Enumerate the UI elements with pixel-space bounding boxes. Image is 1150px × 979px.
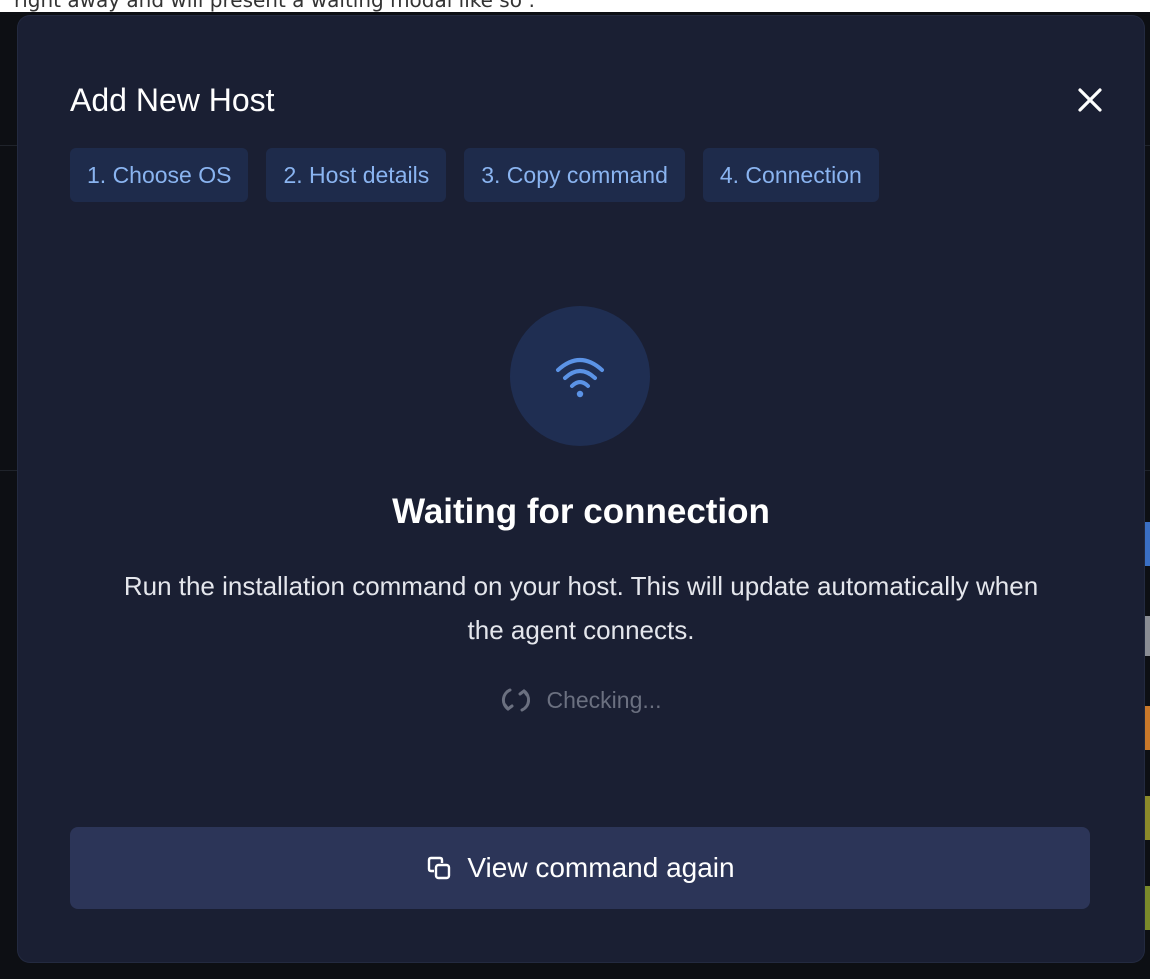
checking-indicator: Checking... [18, 684, 1144, 716]
step-choose-os[interactable]: 1. Choose OS [70, 148, 249, 202]
page-behind-text-strip: right away and will present a waiting mo… [0, 0, 1150, 12]
checking-label: Checking... [546, 686, 662, 713]
status-description: Run the installation command on your hos… [123, 571, 1039, 645]
close-icon [1078, 88, 1102, 112]
close-button[interactable] [1072, 82, 1108, 118]
step-host-details[interactable]: 2. Host details [266, 148, 447, 202]
view-command-again-label: View command again [467, 852, 735, 883]
view-command-again-button[interactable]: View command again [70, 827, 1090, 909]
step-copy-command[interactable]: 3. Copy command [464, 148, 685, 202]
step-connection[interactable]: 4. Connection [702, 148, 879, 202]
wifi-icon [556, 358, 604, 398]
refresh-icon [502, 688, 531, 712]
wizard-steps: 1. Choose OS 2. Host details 3. Copy com… [70, 148, 879, 202]
wifi-status-badge [510, 306, 650, 446]
page-behind-text: right away and will present a waiting mo… [14, 0, 536, 12]
status-title: Waiting for connection [392, 492, 770, 531]
modal-title: Add New Host [70, 82, 275, 118]
add-host-modal: Add New Host 1. Choose OS 2. Host detail… [18, 16, 1144, 962]
copy-icon [428, 856, 451, 880]
